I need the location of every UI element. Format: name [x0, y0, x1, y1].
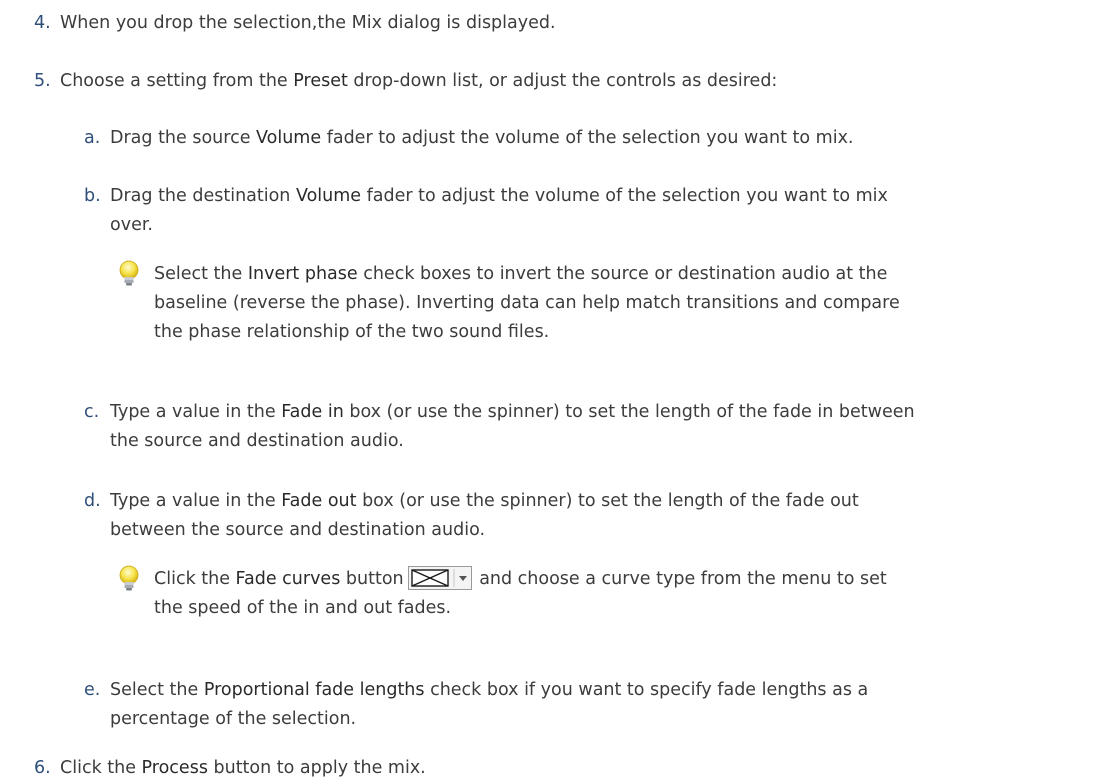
fade-curves-button-icon[interactable] [407, 566, 472, 590]
step-text: When you drop the selection,the Mix dial… [60, 13, 556, 33]
fade-out-term: Fade out [281, 491, 357, 511]
tip-fade-curves: Click the Fade curves button and choose … [118, 565, 1078, 623]
substep-text: Drag the source [110, 128, 257, 148]
preset-term: Preset [293, 71, 348, 91]
fade-in-term: Fade in [281, 402, 344, 422]
substep-letter: e. [84, 680, 101, 700]
step-number: 5. [34, 71, 51, 91]
substep-text: Select the [110, 680, 204, 700]
substep-letter: d. [84, 491, 101, 511]
step-number: 4. [34, 13, 51, 33]
tip-text: Click the [154, 569, 236, 589]
substep-a: a. Drag the source Volume fader to adjus… [84, 124, 854, 153]
substep-text: the source and destination audio. [110, 431, 404, 451]
proportional-fade-lengths-term: Proportional fade lengths [203, 680, 425, 700]
help-document: 4. When you drop the selection,the Mix d… [0, 0, 1102, 784]
substep-text: over. [110, 215, 153, 235]
tip-text: Select the [154, 264, 248, 284]
substep-c: c. Type a value in the Fade in box (or u… [84, 398, 915, 456]
fade-curves-term: Fade curves [235, 569, 341, 589]
substep-text: percentage of the selection. [110, 709, 357, 729]
lightbulb-icon [119, 565, 139, 591]
process-term: Process [141, 758, 208, 778]
substep-text: fader to adjust the volume of the select… [361, 186, 888, 206]
tip-text: baseline (reverse the phase). Inverting … [154, 293, 900, 313]
step-4: 4. When you drop the selection,the Mix d… [34, 9, 556, 38]
step-5: 5. Choose a setting from the Preset drop… [34, 67, 778, 96]
substep-d: d. Type a value in the Fade out box (or … [84, 487, 859, 545]
volume-term: Volume [256, 128, 322, 148]
substep-e: e. Select the Proportional fade lengths … [84, 676, 869, 734]
step-text: drop-down list, or adjust the controls a… [347, 71, 778, 91]
step-text: button to apply the mix. [207, 758, 426, 778]
invert-phase-term: Invert phase [247, 264, 358, 284]
substep-b: b. Drag the destination Volume fader to … [84, 182, 888, 240]
substep-letter: a. [84, 128, 101, 148]
substep-letter: c. [84, 402, 100, 422]
step-text: Choose a setting from the [60, 71, 294, 91]
tip-text: button [340, 569, 404, 589]
substep-text: Drag the destination [110, 186, 296, 206]
substep-text: Type a value in the [110, 402, 282, 422]
tip-text: check boxes to invert the source or dest… [357, 264, 888, 284]
substep-text: between the source and destination audio… [110, 520, 486, 540]
substep-text: check box if you want to specify fade le… [424, 680, 869, 700]
step-6: 6. Click the Process button to apply the… [34, 754, 426, 783]
tip-invert-phase: Select the Invert phase check boxes to i… [118, 260, 1078, 347]
substep-text: box (or use the spinner) to set the leng… [343, 402, 915, 422]
tip-text: the phase relationship of the two sound … [154, 322, 550, 342]
substep-text: fader to adjust the volume of the select… [321, 128, 854, 148]
substep-letter: b. [84, 186, 101, 206]
volume-term: Volume [295, 186, 362, 206]
tip-text: the speed of the in and out fades. [154, 598, 452, 618]
lightbulb-icon [119, 260, 139, 286]
tip-text: and choose a curve type from the menu to… [473, 569, 887, 589]
substep-text: box (or use the spinner) to set the leng… [356, 491, 859, 511]
substep-text: Type a value in the [110, 491, 282, 511]
step-text: Click the [60, 758, 142, 778]
step-number: 6. [34, 758, 51, 778]
